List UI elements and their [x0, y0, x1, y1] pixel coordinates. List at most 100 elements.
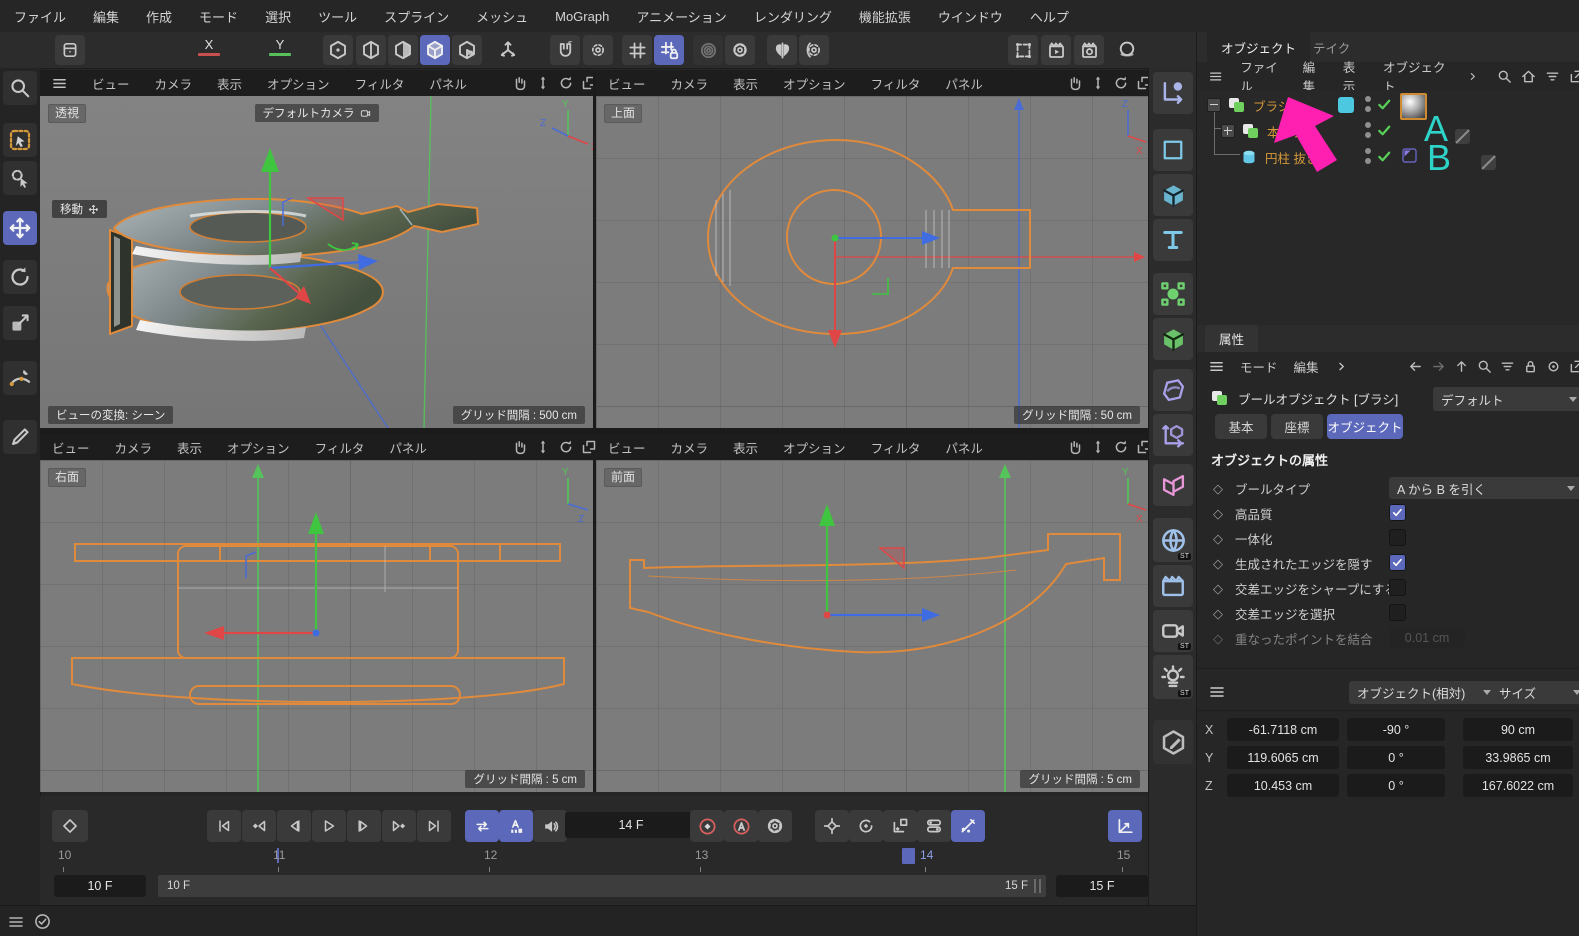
rotate-tool-button[interactable] [3, 260, 37, 294]
keying-settings-button[interactable] [758, 810, 792, 842]
stage-button[interactable] [1153, 565, 1193, 607]
prev-key-button[interactable] [242, 810, 276, 842]
play-mode-button[interactable] [499, 810, 533, 842]
key-position-button[interactable] [815, 810, 849, 842]
vp-menu-options[interactable]: オプション [227, 438, 290, 457]
light-button[interactable]: ST [1153, 655, 1193, 699]
view-label-perspective[interactable]: 透視 [48, 104, 86, 123]
snap-button[interactable] [550, 35, 580, 65]
model-mode-button[interactable] [420, 35, 450, 65]
view-label-top[interactable]: 上面 [604, 104, 642, 123]
vp-menu-panel[interactable]: パネル [945, 74, 983, 93]
menu-window[interactable]: ウインドウ [938, 7, 1003, 26]
range-end-field[interactable]: 15 F [1056, 875, 1148, 897]
prev-frame-button[interactable] [277, 810, 311, 842]
open-timeline-button[interactable] [1108, 810, 1142, 842]
enabled-check-icon[interactable] [1377, 97, 1392, 112]
am-filter-icon[interactable] [1500, 359, 1515, 374]
rot-b-field[interactable]: 0 ° [1347, 774, 1445, 797]
om-search-icon[interactable] [1497, 69, 1512, 84]
sound-button[interactable] [533, 810, 567, 842]
display-tag-icon[interactable] [1402, 148, 1418, 164]
lock-y-button[interactable]: Y [269, 37, 291, 56]
interactive-render-button[interactable] [1112, 35, 1142, 65]
boole-type-dropdown[interactable]: A から B を引く [1389, 477, 1579, 499]
optimize-points-field[interactable]: 0.01 cm [1389, 628, 1465, 648]
orbit-icon[interactable] [558, 75, 574, 91]
vp-menu-filter[interactable]: フィルタ [355, 74, 405, 93]
menu-select[interactable]: 選択 [265, 7, 291, 26]
rot-h-field[interactable]: -90 ° [1347, 718, 1445, 741]
am-menu-overflow-icon[interactable] [1335, 360, 1348, 373]
am-burger-icon[interactable] [1209, 359, 1224, 374]
visibility-dots[interactable] [1365, 122, 1371, 138]
am-lock-icon[interactable] [1523, 359, 1538, 374]
keyframe-diamond-icon[interactable]: ◇ [1213, 481, 1223, 497]
sky-button[interactable]: ST [1153, 518, 1193, 562]
orbit-icon[interactable] [1113, 75, 1129, 91]
quantize-settings-button[interactable] [725, 35, 755, 65]
quantize-button[interactable] [693, 35, 723, 65]
select-intersections-checkbox[interactable] [1389, 604, 1406, 621]
menu-create[interactable]: 作成 [146, 7, 172, 26]
hide-new-edges-checkbox[interactable] [1389, 554, 1406, 571]
texture-mode-button[interactable] [452, 35, 482, 65]
generator-cube-button[interactable] [1153, 318, 1193, 360]
range-start-field[interactable]: 10 F [54, 875, 146, 897]
pan-hand-icon[interactable] [512, 75, 528, 91]
layer-color-swatch[interactable] [1338, 97, 1354, 113]
viewport-right[interactable]: Y Z 右面 グリッド間隔 : 5 cm [40, 460, 593, 792]
goto-end-button[interactable] [417, 810, 451, 842]
viewport-perspective[interactable]: Y X Z 透視 デフォルトカメラ 移動 ビューの変換: シーン グリッド間隔 … [40, 96, 593, 428]
pos-z-field[interactable]: 10.453 cm [1227, 774, 1339, 797]
motext-button[interactable] [1153, 219, 1193, 261]
high-quality-checkbox[interactable] [1389, 504, 1406, 521]
vp-menu-view[interactable]: ビュー [92, 74, 130, 93]
vp-menu-filter[interactable]: フィルタ [871, 438, 921, 457]
symmetry-settings-button[interactable] [799, 35, 829, 65]
viewport-menu-icon[interactable] [52, 76, 67, 91]
vp-menu-options[interactable]: オプション [783, 438, 846, 457]
keyframe-diamond-icon[interactable]: ◇ [1213, 506, 1223, 522]
camera-chip[interactable]: デフォルトカメラ [255, 104, 379, 122]
deformer-button[interactable] [1153, 414, 1193, 456]
maximize-view-icon[interactable] [581, 439, 597, 455]
size-z-field[interactable]: 167.6022 cm [1463, 774, 1573, 797]
viewport-front[interactable]: Y X 前面 グリッド間隔 : 5 cm [596, 460, 1148, 792]
menu-mode[interactable]: モード [199, 7, 238, 26]
preset-dropdown[interactable]: デフォルト [1433, 387, 1579, 411]
vp-menu-view[interactable]: ビュー [608, 74, 646, 93]
menu-help[interactable]: ヘルプ [1030, 7, 1069, 26]
tweak-tool-button[interactable] [3, 161, 37, 195]
tree-row-body[interactable]: 本体ブ [1197, 118, 1579, 144]
snap-settings-button[interactable] [583, 35, 613, 65]
vp-menu-options[interactable]: オプション [267, 74, 330, 93]
key-pla-button[interactable] [951, 810, 985, 842]
tree-row-boole[interactable]: ブラシ [1197, 92, 1579, 118]
am-menu-edit[interactable]: 編集 [1294, 357, 1319, 376]
om-menu-overflow-icon[interactable] [1467, 70, 1479, 83]
loop-mode-button[interactable] [465, 810, 499, 842]
enabled-check-icon[interactable] [1377, 149, 1392, 164]
pan-hand-icon[interactable] [1067, 439, 1083, 455]
modeling-settings-button[interactable] [55, 35, 85, 65]
axis-mode-button[interactable] [493, 35, 523, 65]
orbit-icon[interactable] [558, 439, 574, 455]
spline-pen-button[interactable] [3, 361, 37, 395]
am-target-icon[interactable] [1546, 359, 1561, 374]
key-rotation-button[interactable] [849, 810, 883, 842]
render-region-button[interactable] [1008, 35, 1038, 65]
size-y-field[interactable]: 33.9865 cm [1463, 746, 1573, 769]
menu-file[interactable]: ファイル [14, 7, 66, 26]
subdivision-surface-button[interactable] [1153, 369, 1193, 411]
am-menu-mode[interactable]: モード [1240, 357, 1278, 376]
menu-extensions[interactable]: 機能拡張 [859, 7, 911, 26]
autokey-button[interactable] [724, 810, 758, 842]
pos-x-field[interactable]: -61.7118 cm [1227, 718, 1339, 741]
play-button[interactable] [312, 810, 346, 842]
menu-spline[interactable]: スプライン [384, 7, 449, 26]
keyframe-diamond-icon[interactable]: ◇ [1213, 606, 1223, 622]
preview-range-slider[interactable]: 10 F 15 F [158, 875, 1046, 897]
tab-object[interactable]: オブジェクト [1327, 414, 1403, 439]
vp-menu-view[interactable]: ビュー [608, 438, 646, 457]
